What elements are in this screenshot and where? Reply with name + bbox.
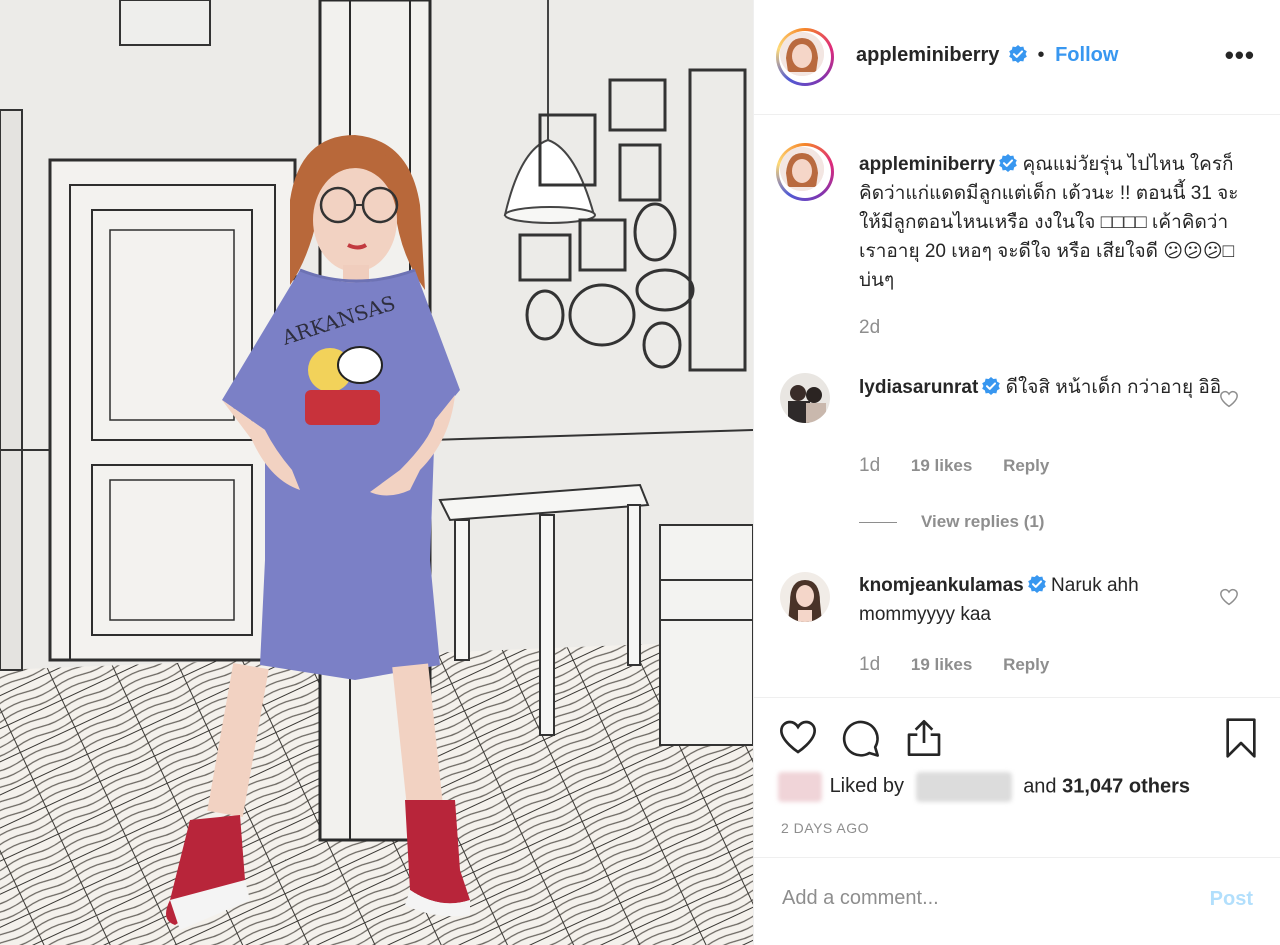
likes-and-label: and: [1023, 775, 1057, 798]
comment-username[interactable]: knomjeankulamas: [859, 575, 1024, 596]
post-photo[interactable]: ARKANSAS: [0, 0, 753, 945]
caption-author-avatar[interactable]: [776, 143, 834, 201]
comment-1-meta: 1d 19 likes Reply: [859, 455, 1075, 477]
post-actions: Liked by and 31,047 others 2 DAYS AGO: [754, 698, 1280, 858]
comment-like-heart-icon[interactable]: [1219, 390, 1239, 408]
caption-username[interactable]: appleminiberry: [859, 154, 995, 175]
verified-badge-icon: [1009, 45, 1027, 63]
likes-summary: Liked by and 31,047 others: [778, 772, 1190, 802]
commenter-avatar[interactable]: [780, 572, 830, 622]
post-header: appleminiberry • Follow •••: [754, 0, 1280, 115]
author-username[interactable]: appleminiberry: [856, 44, 999, 66]
commenter-avatar-image: [780, 373, 830, 423]
comment-time[interactable]: 1d: [859, 654, 880, 675]
follow-separator: •: [1037, 44, 1045, 66]
liker-avatar[interactable]: [778, 772, 822, 802]
share-icon[interactable]: [904, 718, 944, 758]
commenter-avatar-image: [780, 572, 830, 622]
view-replies-button[interactable]: View replies (1): [859, 512, 1044, 532]
comment-input[interactable]: [780, 886, 1184, 911]
verified-badge-icon: [1027, 575, 1046, 593]
likes-others-count[interactable]: 31,047 others: [1062, 775, 1190, 797]
verified-badge-icon: [999, 154, 1018, 172]
reply-button[interactable]: Reply: [1003, 456, 1049, 475]
liked-by-label: Liked by: [829, 775, 905, 798]
comment-username[interactable]: lydiasarunrat: [859, 377, 978, 398]
comment-time[interactable]: 1d: [859, 455, 880, 476]
caption-author-avatar-image: [780, 147, 824, 191]
caption-time[interactable]: 2d: [859, 317, 880, 339]
bookmark-icon[interactable]: [1224, 718, 1258, 758]
caption: appleminiberry คุณแม่วัยรุ่น ไปไหน ใครก็…: [859, 150, 1239, 295]
comment-2: knomjeankulamas Naruk ahh mommyyyy kaa: [859, 571, 1239, 629]
comment-like-heart-icon[interactable]: [1219, 588, 1239, 606]
post-photo-image: ARKANSAS: [0, 0, 753, 945]
comment-likes[interactable]: 19 likes: [911, 655, 972, 674]
comment-likes[interactable]: 19 likes: [911, 456, 972, 475]
reply-button[interactable]: Reply: [1003, 655, 1049, 674]
liker-name-redacted[interactable]: [915, 772, 1012, 802]
view-replies-divider: [859, 522, 897, 524]
verified-badge-icon: [982, 377, 1001, 395]
comments-section[interactable]: appleminiberry คุณแม่วัยรุ่น ไปไหน ใครก็…: [754, 115, 1280, 698]
follow-button[interactable]: Follow: [1055, 44, 1118, 66]
comment-text: ดีใจสิ หน้าเด็ก กว่าอายุ อิอิ: [1005, 377, 1222, 398]
heart-icon[interactable]: [778, 718, 818, 756]
author-avatar-image: [780, 32, 824, 76]
post-timestamp[interactable]: 2 DAYS AGO: [781, 820, 869, 836]
comment-1: lydiasarunrat ดีใจสิ หน้าเด็ก กว่าอายุ อ…: [859, 373, 1239, 402]
comment-bubble-icon[interactable]: [841, 718, 881, 758]
commenter-avatar[interactable]: [780, 373, 830, 423]
more-options-icon[interactable]: •••: [1225, 40, 1255, 71]
author-avatar[interactable]: [776, 28, 834, 86]
post-side-panel: appleminiberry • Follow ••• appleminiber…: [753, 0, 1280, 945]
post-comment-button[interactable]: Post: [1210, 888, 1253, 911]
author-line: appleminiberry • Follow: [856, 44, 1118, 67]
comment-2-meta: 1d 19 likes Reply: [859, 654, 1075, 676]
add-comment-bar: Post: [754, 858, 1280, 945]
view-replies-label: View replies (1): [921, 512, 1045, 531]
